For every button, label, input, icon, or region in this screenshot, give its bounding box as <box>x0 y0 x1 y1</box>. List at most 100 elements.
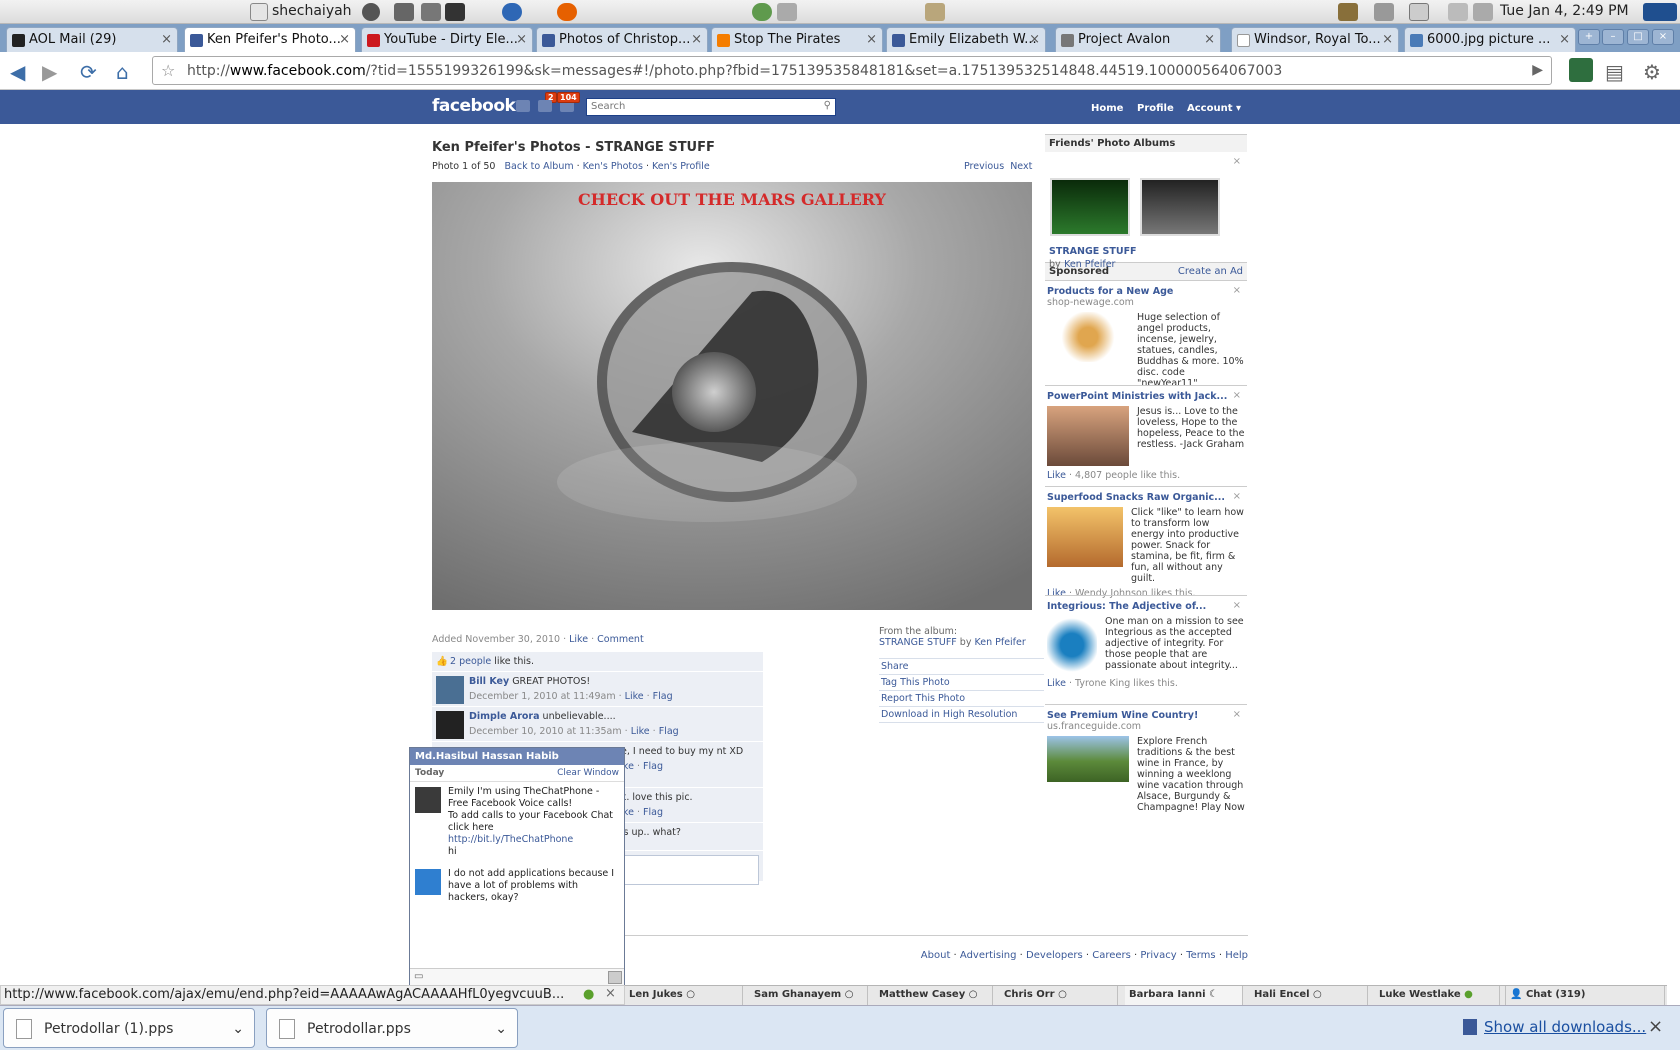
close-icon[interactable]: × <box>1382 32 1393 47</box>
tab-6000-jpg[interactable]: 6000.jpg picture ... × <box>1404 27 1576 52</box>
close-icon[interactable]: × <box>866 32 877 47</box>
kens-profile-link[interactable]: Ken's Profile <box>652 161 710 172</box>
clock[interactable]: Tue Jan 4, 2:49 PM <box>1500 3 1629 19</box>
create-ad-link[interactable]: Create an Ad <box>1178 266 1243 277</box>
show-all-downloads-link[interactable]: Show all downloads... <box>1484 1018 1646 1036</box>
go-arrow-icon[interactable]: ▶ <box>1532 62 1543 78</box>
ad-image[interactable] <box>1047 312 1129 362</box>
album-owner-link[interactable]: Ken Pfeifer <box>974 637 1025 648</box>
friend-requests-icon[interactable] <box>516 100 530 112</box>
ad-title[interactable]: See Premium Wine Country! <box>1047 710 1227 721</box>
clear-window-link[interactable]: Clear Window <box>557 768 619 778</box>
system-icon[interactable] <box>421 3 441 21</box>
wrench-icon[interactable]: ⚙ <box>1643 60 1661 84</box>
download-item[interactable]: Petrodollar.pps ⌄ <box>266 1008 518 1048</box>
new-tab-button[interactable]: + <box>1578 29 1600 45</box>
ad-image[interactable] <box>1047 736 1129 782</box>
main-photo[interactable]: CHECK OUT THE MARS GALLERY <box>432 182 1032 610</box>
avatar[interactable] <box>436 676 464 704</box>
nav-profile[interactable]: Profile <box>1137 103 1174 114</box>
ad-title[interactable]: Integrious: The Adjective of... <box>1047 601 1227 612</box>
printer-icon[interactable] <box>1448 3 1468 21</box>
network-icon[interactable] <box>1473 3 1493 21</box>
comment-author[interactable]: Dimple Arora <box>469 711 540 722</box>
ad-image[interactable] <box>1047 406 1129 466</box>
comment-author[interactable]: Bill Key <box>469 676 509 687</box>
ad-like[interactable]: Like <box>1047 678 1066 689</box>
comment-link[interactable]: Comment <box>597 634 644 645</box>
terminal-icon[interactable] <box>445 3 465 21</box>
folder-icon[interactable] <box>925 3 945 21</box>
star-icon[interactable]: ☆ <box>161 61 175 80</box>
emoticon-icon[interactable]: ▭ <box>414 971 423 982</box>
facebook-logo[interactable]: facebook <box>432 96 516 116</box>
comment-flag[interactable]: Flag <box>659 726 679 737</box>
search-icon[interactable]: ⚲ <box>824 100 831 111</box>
footer-help[interactable]: Help <box>1225 950 1248 961</box>
report-photo-link[interactable]: Report This Photo <box>879 691 1044 707</box>
tab-photos-christop[interactable]: Photos of Christop... × <box>536 27 708 52</box>
avatar[interactable] <box>436 711 464 739</box>
previous-link[interactable]: Previous <box>964 161 1004 172</box>
comment-flag[interactable]: Flag <box>643 807 663 818</box>
close-icon[interactable]: × <box>1233 491 1241 502</box>
chat-buddy[interactable]: Matthew Casey ○ <box>875 986 993 1006</box>
page-menu-icon[interactable]: ▤ <box>1605 60 1624 84</box>
reload-icon[interactable]: ⟳ <box>80 60 97 84</box>
footer-advertising[interactable]: Advertising <box>960 950 1017 961</box>
power-icon[interactable] <box>362 3 380 21</box>
tab-youtube[interactable]: YouTube - Dirty Ele... × <box>361 27 533 52</box>
likes-people-link[interactable]: 2 people <box>450 656 491 667</box>
nav-account[interactable]: Account ▾ <box>1187 103 1241 114</box>
address-bar[interactable]: ☆ http://www.facebook.com/?tid=155519932… <box>152 56 1552 85</box>
album-owner-link[interactable]: Ken Pfeifer <box>1064 259 1115 270</box>
maximize-button[interactable]: □ <box>1627 29 1649 45</box>
chat-buddy[interactable]: Hali Encel ○ <box>1250 986 1368 1006</box>
close-icon[interactable]: × <box>339 32 350 47</box>
download-hires-link[interactable]: Download in High Resolution <box>879 707 1044 723</box>
volume-icon[interactable] <box>1374 3 1394 21</box>
chat-link[interactable]: http://bit.ly/TheChatPhone <box>448 834 573 845</box>
forward-arrow-icon[interactable]: ▶ <box>42 60 57 84</box>
globe-icon[interactable] <box>752 3 772 21</box>
browser-icon[interactable] <box>502 3 522 21</box>
comment-like[interactable]: Like <box>631 726 650 737</box>
close-icon[interactable]: × <box>1233 285 1241 296</box>
close-icon[interactable]: × <box>1233 156 1241 167</box>
resize-icon[interactable] <box>608 971 622 984</box>
chat-buddy[interactable]: Len Jukes ○ <box>625 986 743 1006</box>
tab-emily-elizabeth[interactable]: Emily Elizabeth W... × <box>886 27 1046 52</box>
tab-windsor[interactable]: Windsor, Royal To... × <box>1231 27 1399 52</box>
close-icon[interactable]: × <box>1559 32 1570 47</box>
chat-toggle[interactable]: 👤 Chat (319) <box>1505 986 1665 1006</box>
avatar[interactable] <box>415 869 441 895</box>
back-arrow-icon[interactable]: ◀ <box>10 60 25 84</box>
tab-aol-mail[interactable]: AOL Mail (29) × <box>6 27 178 52</box>
home-icon[interactable]: ⌂ <box>116 60 129 84</box>
comment-flag[interactable]: Flag <box>643 761 663 772</box>
search-input[interactable]: Search ⚲ <box>586 98 836 116</box>
tab-stop-the-pirates[interactable]: Stop The Pirates × <box>711 27 883 52</box>
close-icon[interactable]: × <box>1029 32 1040 47</box>
avatar[interactable] <box>415 787 441 813</box>
messages-icon[interactable] <box>538 100 552 112</box>
minimize-button[interactable]: – <box>1602 29 1624 45</box>
footer-careers[interactable]: Careers <box>1092 950 1131 961</box>
close-window-button[interactable]: × <box>1652 29 1674 45</box>
dropdown-icon[interactable]: ⌄ <box>232 1021 244 1037</box>
footer-terms[interactable]: Terms <box>1186 950 1215 961</box>
folder-icon[interactable] <box>777 3 797 21</box>
firefox-icon[interactable] <box>557 3 577 21</box>
mail-icon[interactable] <box>1409 3 1429 21</box>
next-link[interactable]: Next <box>1010 161 1032 172</box>
tray-icon[interactable] <box>1338 3 1358 21</box>
close-icon[interactable]: × <box>1233 390 1241 401</box>
footer-about[interactable]: About <box>921 950 951 961</box>
close-icon[interactable]: × <box>1648 1016 1663 1037</box>
chat-buddy[interactable]: Barbara Ianni ☾ <box>1125 986 1243 1006</box>
tab-ken-pfeifer-photos[interactable]: Ken Pfeifer's Photo... × <box>184 27 356 52</box>
album-link[interactable]: STRANGE STUFF <box>879 637 957 648</box>
chat-header[interactable]: Md.Hasibul Hassan Habib <box>410 748 624 765</box>
tab-project-avalon[interactable]: Project Avalon × <box>1055 27 1221 52</box>
footer-privacy[interactable]: Privacy <box>1140 950 1176 961</box>
